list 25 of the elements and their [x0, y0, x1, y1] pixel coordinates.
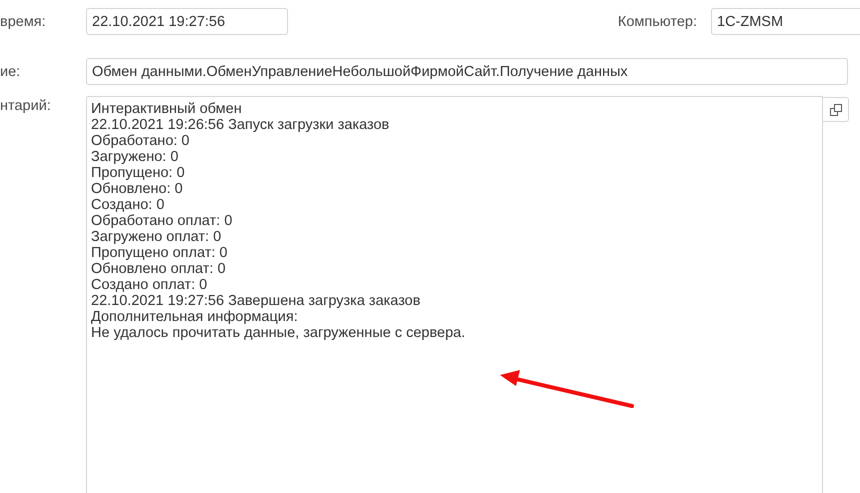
- comment-line: Загружено: 0: [91, 149, 178, 165]
- comment-line: Обработано оплат: 0: [91, 213, 232, 229]
- comment-line: Пропущено: 0: [91, 165, 185, 181]
- name-field[interactable]: Обмен данными.ОбменУправлениеНебольшойФирмойСайт.Получение данных: [86, 58, 848, 85]
- date-field[interactable]: 22.10.2021 19:27:56: [86, 8, 288, 35]
- comment-field[interactable]: [86, 96, 823, 493]
- comment-line: Пропущено оплат: 0: [91, 245, 228, 261]
- comment-line: Обновлено: 0: [91, 181, 183, 197]
- comment-line: 22.10.2021 19:27:56 Завершена загрузка заказов: [91, 293, 420, 309]
- comment-line: Создано оплат: 0: [91, 277, 208, 293]
- field-label: ие:: [0, 64, 22, 80]
- field-label: Компьютер:: [618, 14, 697, 30]
- comment-line: Обработано: 0: [91, 133, 190, 149]
- comment-line: Интерактивный обмен: [91, 101, 242, 117]
- comment-line: Загружено оплат: 0: [91, 229, 222, 245]
- comment-line: 22.10.2021 19:26:56 Запуск загрузки заказов: [91, 117, 390, 133]
- field-label: время:: [0, 14, 47, 30]
- comment-line: Обновлено оплат: 0: [91, 261, 226, 277]
- comment-line: Дополнительная информация:: [91, 309, 298, 325]
- computer-field[interactable]: 1C-ZMSM: [711, 8, 860, 35]
- open-window-button[interactable]: [823, 97, 849, 122]
- comment-line: Не удалось прочитать данные, загруженные с сервера.: [91, 325, 466, 341]
- comment-line: Создано: 0: [91, 197, 164, 213]
- field-label: нтарий:: [0, 97, 52, 114]
- windows-icon: [830, 104, 842, 116]
